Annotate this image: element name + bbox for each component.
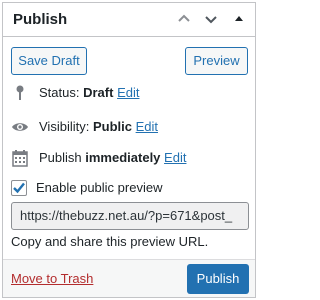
edit-visibility-link[interactable]: Edit	[136, 119, 158, 134]
chevron-up-icon[interactable]	[175, 10, 193, 28]
calendar-icon	[11, 149, 29, 167]
caret-up-icon[interactable]	[230, 10, 248, 28]
visibility-label: Visibility:	[39, 119, 90, 134]
visibility-value: Public	[92, 119, 132, 134]
status-value: Draft	[83, 85, 114, 100]
checkmark-icon	[13, 182, 25, 194]
chevron-down-icon[interactable]	[202, 10, 220, 28]
preview-button[interactable]: Preview	[185, 47, 248, 75]
status-label: Status:	[39, 85, 80, 100]
panel-header: Publish	[3, 3, 255, 37]
public-preview-label[interactable]: Enable public preview	[36, 179, 162, 197]
schedule-label: Publish	[39, 150, 82, 165]
public-preview-checkbox[interactable]	[11, 180, 27, 196]
panel-title: Publish	[13, 11, 68, 28]
eye-icon	[11, 118, 29, 136]
schedule-value: immediately	[85, 150, 161, 165]
move-to-trash-link[interactable]: Move to Trash	[11, 271, 93, 286]
edit-status-link[interactable]: Edit	[117, 85, 139, 100]
save-draft-button[interactable]: Save Draft	[11, 47, 87, 75]
pin-icon	[11, 84, 29, 102]
publish-button[interactable]: Publish	[187, 264, 249, 294]
panel-footer: Move to Trash Publish	[3, 259, 255, 297]
preview-url-hint: Copy and share this preview URL.	[11, 234, 209, 249]
edit-schedule-link[interactable]: Edit	[164, 150, 186, 165]
preview-url-field[interactable]: https://thebuzz.net.au/?p=671&post_	[11, 202, 249, 230]
publish-panel: Publish Save Draft Preview Status: Draft…	[2, 2, 256, 298]
